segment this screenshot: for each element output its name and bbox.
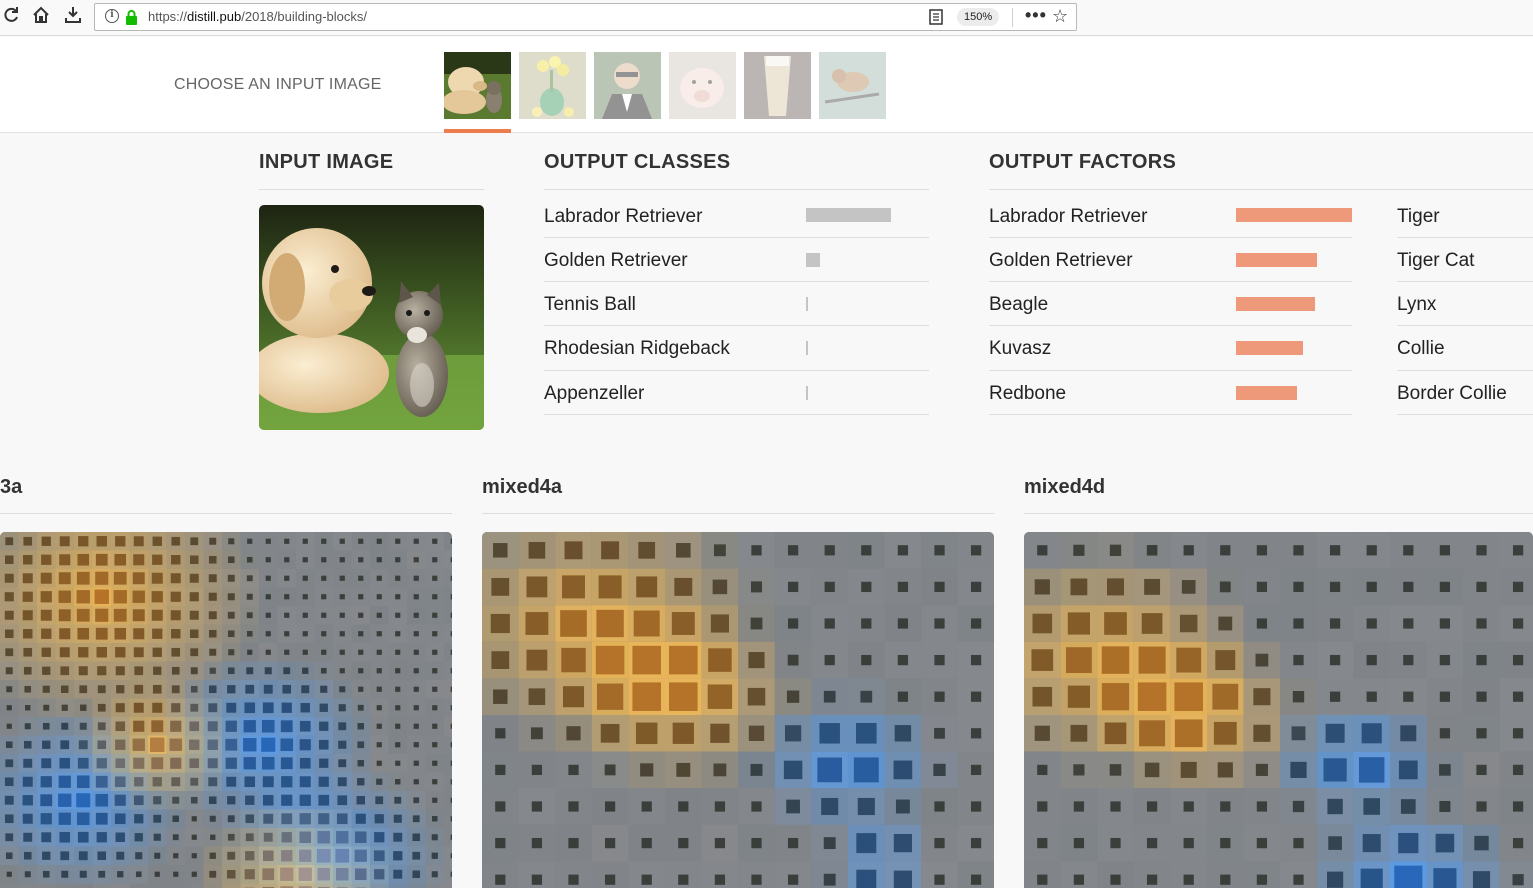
selected-thumbnail-indicator	[444, 129, 511, 133]
bookmark-star-icon[interactable]: ☆	[1052, 6, 1068, 27]
info-icon[interactable]: i	[105, 9, 119, 23]
lock-icon[interactable]	[125, 10, 138, 30]
output-class-label: Rhodesian Ridgeback	[544, 338, 730, 359]
layer-heading-3a: 3a	[0, 476, 23, 498]
reader-view-icon[interactable]	[929, 9, 943, 30]
output-factor-label[interactable]: Lynx	[1397, 294, 1436, 316]
toolbar-separator	[1012, 8, 1013, 27]
layer-rule	[1024, 513, 1533, 514]
row-divider	[544, 237, 929, 238]
output-classes-heading: OUTPUT CLASSES	[544, 151, 731, 173]
row-divider	[989, 325, 1352, 326]
layer-heading-mixed4d: mixed4d	[1024, 476, 1106, 498]
output-class-label: Appenzeller	[544, 383, 645, 404]
output-factor-label: Beagle	[989, 294, 1049, 315]
downloads-icon[interactable]	[62, 6, 84, 28]
row-divider	[1397, 325, 1533, 326]
url-path: /2018/building-blocks/	[241, 9, 367, 24]
output-factors-rule	[989, 189, 1533, 190]
output-factor-bar	[1236, 341, 1303, 355]
row-divider	[544, 370, 929, 371]
output-class-label: Labrador Retriever	[544, 206, 703, 227]
output-factor-label[interactable]: Tiger	[1397, 206, 1440, 228]
output-factor-label: Labrador Retriever	[989, 206, 1148, 227]
output-factor-label: Golden Retriever	[989, 250, 1133, 271]
input-image-rule	[259, 189, 484, 190]
home-icon[interactable]	[30, 6, 52, 28]
output-class-bar	[806, 208, 891, 222]
row-divider	[989, 281, 1352, 282]
thumbnail-dog-and-cat[interactable]	[444, 52, 511, 119]
reload-icon[interactable]	[0, 6, 22, 28]
image-chooser: CHOOSE AN INPUT IMAGE	[0, 37, 1533, 133]
more-icon[interactable]: •••	[1025, 5, 1047, 26]
layer-rule	[0, 513, 452, 514]
input-image-heading: INPUT IMAGE	[259, 151, 394, 173]
output-class-bar	[806, 297, 808, 311]
thumbnail-man-in-tuxedo[interactable]	[594, 52, 661, 119]
output-factor-label[interactable]: Tiger Cat	[1397, 250, 1474, 272]
output-factor-label[interactable]: Collie	[1397, 338, 1445, 360]
output-factor-bar	[1236, 386, 1297, 400]
layer-heading-mixed4a: mixed4a	[482, 476, 563, 498]
row-divider	[989, 237, 1352, 238]
row-divider	[544, 281, 929, 282]
browser-toolbar: i https://distill.pub/2018/building-bloc…	[0, 0, 1533, 36]
thumbnail-pig[interactable]	[669, 52, 736, 119]
row-divider	[1397, 281, 1533, 282]
output-factor-bar	[1236, 253, 1317, 267]
output-class-label: Golden Retriever	[544, 250, 688, 271]
thumbnail-flower-vase[interactable]	[519, 52, 586, 119]
row-divider	[989, 414, 1352, 415]
layer-rule	[482, 513, 994, 514]
output-class-bar	[806, 386, 808, 400]
url-host: distill.pub	[187, 9, 242, 24]
url-text[interactable]: https://distill.pub/2018/building-blocks…	[148, 9, 367, 24]
row-divider	[989, 370, 1352, 371]
row-divider	[1397, 370, 1533, 371]
output-classes-rule	[544, 189, 929, 190]
output-class-bar	[806, 341, 808, 355]
output-factors-heading: OUTPUT FACTORS	[989, 151, 1177, 173]
output-factor-label[interactable]: Border Collie	[1397, 383, 1507, 405]
output-factor-bar	[1236, 208, 1352, 222]
activation-grid-3a[interactable]	[0, 532, 452, 888]
output-factor-label: Redbone	[989, 383, 1067, 404]
input-image	[259, 205, 484, 430]
url-prefix: https://	[148, 9, 188, 24]
url-bar[interactable]: i https://distill.pub/2018/building-bloc…	[94, 3, 1077, 31]
row-divider	[544, 414, 929, 415]
row-divider	[544, 325, 929, 326]
output-class-label: Tennis Ball	[544, 294, 636, 315]
activation-grid-mixed4a[interactable]	[482, 532, 994, 888]
output-factor-label: Kuvasz	[989, 338, 1052, 359]
output-class-bar	[806, 253, 820, 267]
row-divider	[1397, 237, 1533, 238]
thumbnail-bird[interactable]	[819, 52, 886, 119]
thumbnail-glass[interactable]	[744, 52, 811, 119]
zoom-indicator[interactable]: 150%	[957, 8, 1000, 26]
output-factor-bar	[1236, 297, 1315, 311]
activation-grid-mixed4d[interactable]	[1024, 532, 1533, 888]
choose-input-label: CHOOSE AN INPUT IMAGE	[174, 76, 382, 93]
row-divider	[1397, 414, 1533, 415]
